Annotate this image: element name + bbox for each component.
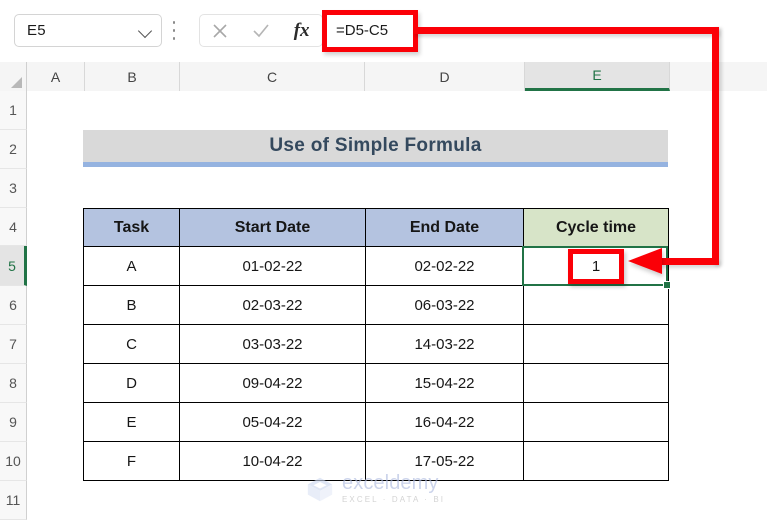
- annotation-box-formula: [322, 10, 418, 52]
- page-title: Use of Simple Formula: [269, 135, 482, 156]
- cell-task[interactable]: C: [83, 324, 180, 364]
- cell-cycle[interactable]: [523, 285, 669, 325]
- fx-insert-function-icon[interactable]: fx: [287, 16, 317, 46]
- cell-end[interactable]: 16-04-22: [365, 402, 524, 442]
- row-header-2[interactable]: 2: [0, 130, 27, 169]
- column-header-b[interactable]: B: [85, 62, 180, 91]
- table-row[interactable]: B 02-03-22 06-03-22: [83, 285, 669, 325]
- cell-end[interactable]: 02-02-22: [365, 246, 524, 286]
- cell-start[interactable]: 03-03-22: [179, 324, 366, 364]
- column-header-e[interactable]: E: [525, 62, 670, 91]
- annotation-box-result-cell: [568, 249, 624, 284]
- cell-cycle[interactable]: [523, 363, 669, 403]
- row-header-8[interactable]: 8: [0, 364, 27, 403]
- fill-handle[interactable]: [663, 281, 671, 289]
- row-header-10[interactable]: 10: [0, 442, 27, 481]
- watermark-tagline: EXCEL · DATA · BI: [342, 495, 446, 504]
- name-box-value: E5: [27, 22, 46, 39]
- watermark: exceldemy EXCEL · DATA · BI: [305, 473, 445, 504]
- column-header-a[interactable]: A: [27, 62, 85, 91]
- excel-window: E5 fx =D5-C5 A B C D E 1 2 3 4 5 6 7 8 9…: [0, 0, 767, 520]
- column-header-c[interactable]: C: [180, 62, 365, 91]
- annotation-arrow-segment-top: [414, 27, 719, 34]
- table-row[interactable]: C 03-03-22 14-03-22: [83, 324, 669, 364]
- table-row[interactable]: E 05-04-22 16-04-22: [83, 402, 669, 442]
- name-box[interactable]: E5: [14, 14, 162, 47]
- cell-cycle[interactable]: [523, 402, 669, 442]
- cell-end[interactable]: 06-03-22: [365, 285, 524, 325]
- chevron-down-icon[interactable]: [139, 24, 153, 38]
- cell-task[interactable]: B: [83, 285, 180, 325]
- column-header-task: Task: [83, 208, 180, 247]
- row-header-4[interactable]: 4: [0, 208, 27, 246]
- exceldemy-cube-logo-icon: [307, 477, 333, 501]
- row-header-3[interactable]: 3: [0, 169, 27, 208]
- annotation-arrowhead-icon: [628, 248, 662, 274]
- kebab-dot: [172, 37, 176, 40]
- cell-task[interactable]: A: [83, 246, 180, 286]
- row-header-5[interactable]: 5: [0, 246, 27, 286]
- kebab-dot: [172, 21, 176, 24]
- formula-action-buttons: fx: [199, 14, 323, 47]
- cell-start[interactable]: 01-02-22: [179, 246, 366, 286]
- column-header-d[interactable]: D: [365, 62, 525, 91]
- cell-task[interactable]: E: [83, 402, 180, 442]
- column-header-cycle-time: Cycle time: [523, 208, 669, 247]
- kebab-dot: [172, 29, 176, 32]
- row-header-11[interactable]: 11: [0, 481, 27, 520]
- column-header-row: A B C D E: [0, 62, 767, 91]
- column-header-start-date: Start Date: [179, 208, 366, 247]
- annotation-arrow-segment-bottom: [660, 258, 719, 265]
- select-all-corner-icon[interactable]: [0, 62, 27, 91]
- cell-end[interactable]: 14-03-22: [365, 324, 524, 364]
- more-options-icon[interactable]: [172, 21, 176, 40]
- watermark-text: exceldemy EXCEL · DATA · BI: [342, 473, 445, 504]
- cell-start[interactable]: 05-04-22: [179, 402, 366, 442]
- watermark-brand: exceldemy: [342, 472, 439, 494]
- table-row[interactable]: D 09-04-22 15-04-22: [83, 363, 669, 403]
- cell-task[interactable]: D: [83, 363, 180, 403]
- cell-end[interactable]: 15-04-22: [365, 363, 524, 403]
- table-header-row: Task Start Date End Date Cycle time: [83, 208, 669, 247]
- cell-cycle[interactable]: [523, 441, 669, 481]
- annotation-arrow-segment-vertical: [712, 27, 719, 265]
- row-header-7[interactable]: 7: [0, 325, 27, 364]
- cell-task[interactable]: F: [83, 441, 180, 481]
- row-header-1[interactable]: 1: [0, 91, 27, 130]
- cell-cycle[interactable]: [523, 324, 669, 364]
- row-header-6[interactable]: 6: [0, 286, 27, 325]
- sheet-title-banner: Use of Simple Formula: [83, 130, 668, 167]
- cell-start[interactable]: 09-04-22: [179, 363, 366, 403]
- cell-start[interactable]: 02-03-22: [179, 285, 366, 325]
- enter-check-icon[interactable]: [246, 16, 276, 46]
- row-header-9[interactable]: 9: [0, 403, 27, 442]
- cancel-x-icon[interactable]: [205, 16, 235, 46]
- column-header-end-date: End Date: [365, 208, 524, 247]
